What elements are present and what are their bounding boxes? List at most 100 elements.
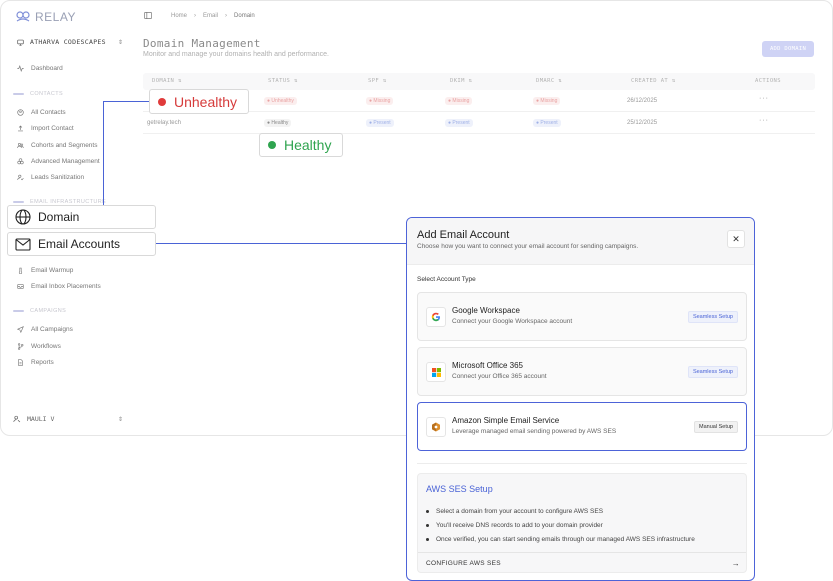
breadcrumb-separator: › — [225, 12, 228, 19]
workspace-switcher[interactable]: ATHARVA CODESCAPES ⇕ — [17, 38, 123, 46]
row-actions-button[interactable]: ··· — [759, 95, 769, 102]
sidebar-item-all-contacts[interactable]: All Contacts — [17, 109, 66, 116]
column-header-dmarc[interactable]: DMARC ⇅ — [536, 78, 562, 84]
select-account-type-label: Select Account Type — [417, 276, 476, 283]
workspace-name: ATHARVA CODESCAPES — [30, 38, 106, 46]
section-campaigns: CAMPAIGNS — [13, 308, 66, 314]
section-bar — [13, 201, 24, 203]
close-icon: ✕ — [732, 233, 740, 244]
option-description: Leverage managed email sending powered b… — [452, 428, 617, 435]
connector-line — [103, 101, 149, 102]
section-contacts: CONTACTS — [13, 91, 63, 97]
status-dot — [268, 141, 276, 149]
chevron-updown-icon: ⇕ — [117, 39, 123, 46]
column-header-dkim[interactable]: DKIM ⇅ — [450, 78, 472, 84]
sidebar-item-cohorts[interactable]: Cohorts and Segments — [17, 142, 97, 149]
page-title: Domain Management — [143, 37, 261, 50]
table-row[interactable]: getrelay.tech ● Healthy ● Present ● Pres… — [143, 112, 815, 134]
list-item: Select a domain from your account to con… — [426, 504, 695, 518]
option-title: Google Workspace — [452, 306, 520, 315]
option-title: Amazon Simple Email Service — [452, 416, 560, 425]
column-header-spf[interactable]: SPF ⇅ — [368, 78, 387, 84]
breadcrumb-home[interactable]: Home — [171, 13, 187, 19]
option-description: Connect your Office 365 account — [452, 373, 547, 380]
status-dot — [158, 97, 166, 106]
user-menu[interactable]: MAULI V ⇕ — [13, 415, 123, 423]
status-badge: ● Healthy — [264, 119, 292, 127]
sidebar-item-dashboard[interactable]: Dashboard — [17, 65, 63, 72]
sidebar-item-label: Email Warmup — [31, 267, 74, 274]
sidebar-toggle-icon[interactable] — [144, 12, 152, 19]
page-subtitle: Monitor and manage your domains health a… — [143, 51, 329, 58]
option-google-workspace[interactable]: Google Workspace Connect your Google Wor… — [417, 292, 747, 341]
option-description: Connect your Google Workspace account — [452, 318, 573, 325]
close-button[interactable]: ✕ — [727, 230, 745, 248]
option-amazon-ses[interactable]: Amazon Simple Email Service Leverage man… — [417, 402, 747, 451]
breadcrumb-domain: Domain — [234, 12, 255, 19]
google-icon — [426, 307, 446, 327]
sidebar-item-workflows[interactable]: Workflows — [17, 343, 61, 350]
row-actions-button[interactable]: ··· — [759, 117, 769, 124]
setup-badge: Seamless Setup — [687, 366, 738, 378]
sidebar-item-import-contact[interactable]: Import Contact — [17, 125, 74, 132]
sidebar-item-email-accounts[interactable]: Email Accounts — [7, 232, 156, 256]
column-header-domain[interactable]: DOMAIN ⇅ — [152, 78, 182, 84]
dmarc-badge: ● Present — [533, 119, 561, 127]
column-header-status[interactable]: STATUS ⇅ — [268, 78, 298, 84]
dmarc-badge: ● Missing — [533, 97, 561, 105]
divider — [417, 463, 747, 464]
sidebar-item-domain[interactable]: Domain — [7, 205, 156, 229]
setup-badge: Manual Setup — [694, 421, 738, 433]
sidebar-item-inbox-placements[interactable]: Email Inbox Placements — [17, 283, 101, 290]
microsoft-icon — [426, 362, 446, 382]
sidebar-item-label: Domain — [38, 210, 80, 224]
arrow-right-icon: → — [731, 558, 740, 568]
modal-title: Add Email Account — [417, 229, 510, 241]
brand-logo: RELAY — [15, 10, 76, 24]
add-domain-button[interactable]: ADD DOMAIN — [762, 41, 814, 57]
section-label: CONTACTS — [30, 91, 64, 97]
sidebar-item-reports[interactable]: Reports — [17, 359, 54, 366]
sidebar-item-label: Reports — [31, 359, 54, 366]
divider — [418, 552, 746, 553]
option-microsoft-office-365[interactable]: Microsoft Office 365 Connect your Office… — [417, 347, 747, 396]
list-item: You'll receive DNS records to add to you… — [426, 518, 695, 532]
button-label: CONFIGURE AWS SES — [426, 559, 501, 567]
add-email-account-modal: Add Email Account Choose how you want to… — [406, 217, 755, 581]
callout-label: Unhealthy — [174, 93, 238, 110]
activity-icon — [17, 65, 24, 72]
mail-icon — [15, 237, 31, 251]
send-icon — [17, 326, 24, 333]
cell-created-at: 25/12/2025 — [627, 120, 658, 126]
upload-icon — [18, 125, 23, 132]
breadcrumb-separator: › — [194, 12, 197, 19]
ses-setup-title: AWS SES Setup — [426, 484, 493, 494]
healthy-callout: Healthy — [259, 133, 343, 157]
spf-badge: ● Missing — [366, 97, 394, 105]
dkim-badge: ● Present — [445, 119, 473, 127]
sidebar-item-label: Workflows — [31, 343, 61, 350]
brand-name: RELAY — [35, 10, 76, 24]
column-header-actions: ACTIONS — [755, 78, 781, 84]
sidebar-item-email-warmup[interactable]: Email Warmup — [17, 267, 73, 274]
user-circle-icon — [17, 109, 24, 116]
unhealthy-callout: Unhealthy — [149, 89, 249, 114]
table-header: DOMAIN ⇅ STATUS ⇅ SPF ⇅ DKIM ⇅ DMARC ⇅ C… — [143, 73, 815, 90]
status-badge: ● Unhealthy — [264, 97, 297, 105]
cell-domain[interactable]: getrelay.tech — [147, 120, 181, 126]
sliders-icon — [17, 158, 24, 165]
sidebar-item-all-campaigns[interactable]: All Campaigns — [17, 326, 73, 333]
sidebar-item-advanced-management[interactable]: Advanced Management — [17, 158, 100, 165]
modal-subtitle: Choose how you want to connect your emai… — [417, 243, 639, 250]
sidebar-item-label: Email Inbox Placements — [31, 283, 101, 290]
modal-header: Add Email Account Choose how you want to… — [407, 218, 754, 265]
section-label: CAMPAIGNS — [30, 308, 67, 314]
sidebar-item-label: Cohorts and Segments — [31, 142, 98, 149]
column-header-created-at[interactable]: CREATED AT ⇅ — [631, 78, 676, 84]
configure-aws-ses-button[interactable]: CONFIGURE AWS SES → — [426, 557, 740, 569]
sidebar-item-leads-sanitization[interactable]: Leads Sanitization — [17, 174, 84, 181]
aws-ses-setup-panel: AWS SES Setup Select a domain from your … — [417, 473, 747, 573]
breadcrumb-email[interactable]: Email — [203, 13, 218, 19]
list-item: Once verified, you can start sending ema… — [426, 532, 695, 546]
sidebar-item-label: Dashboard — [31, 65, 63, 72]
